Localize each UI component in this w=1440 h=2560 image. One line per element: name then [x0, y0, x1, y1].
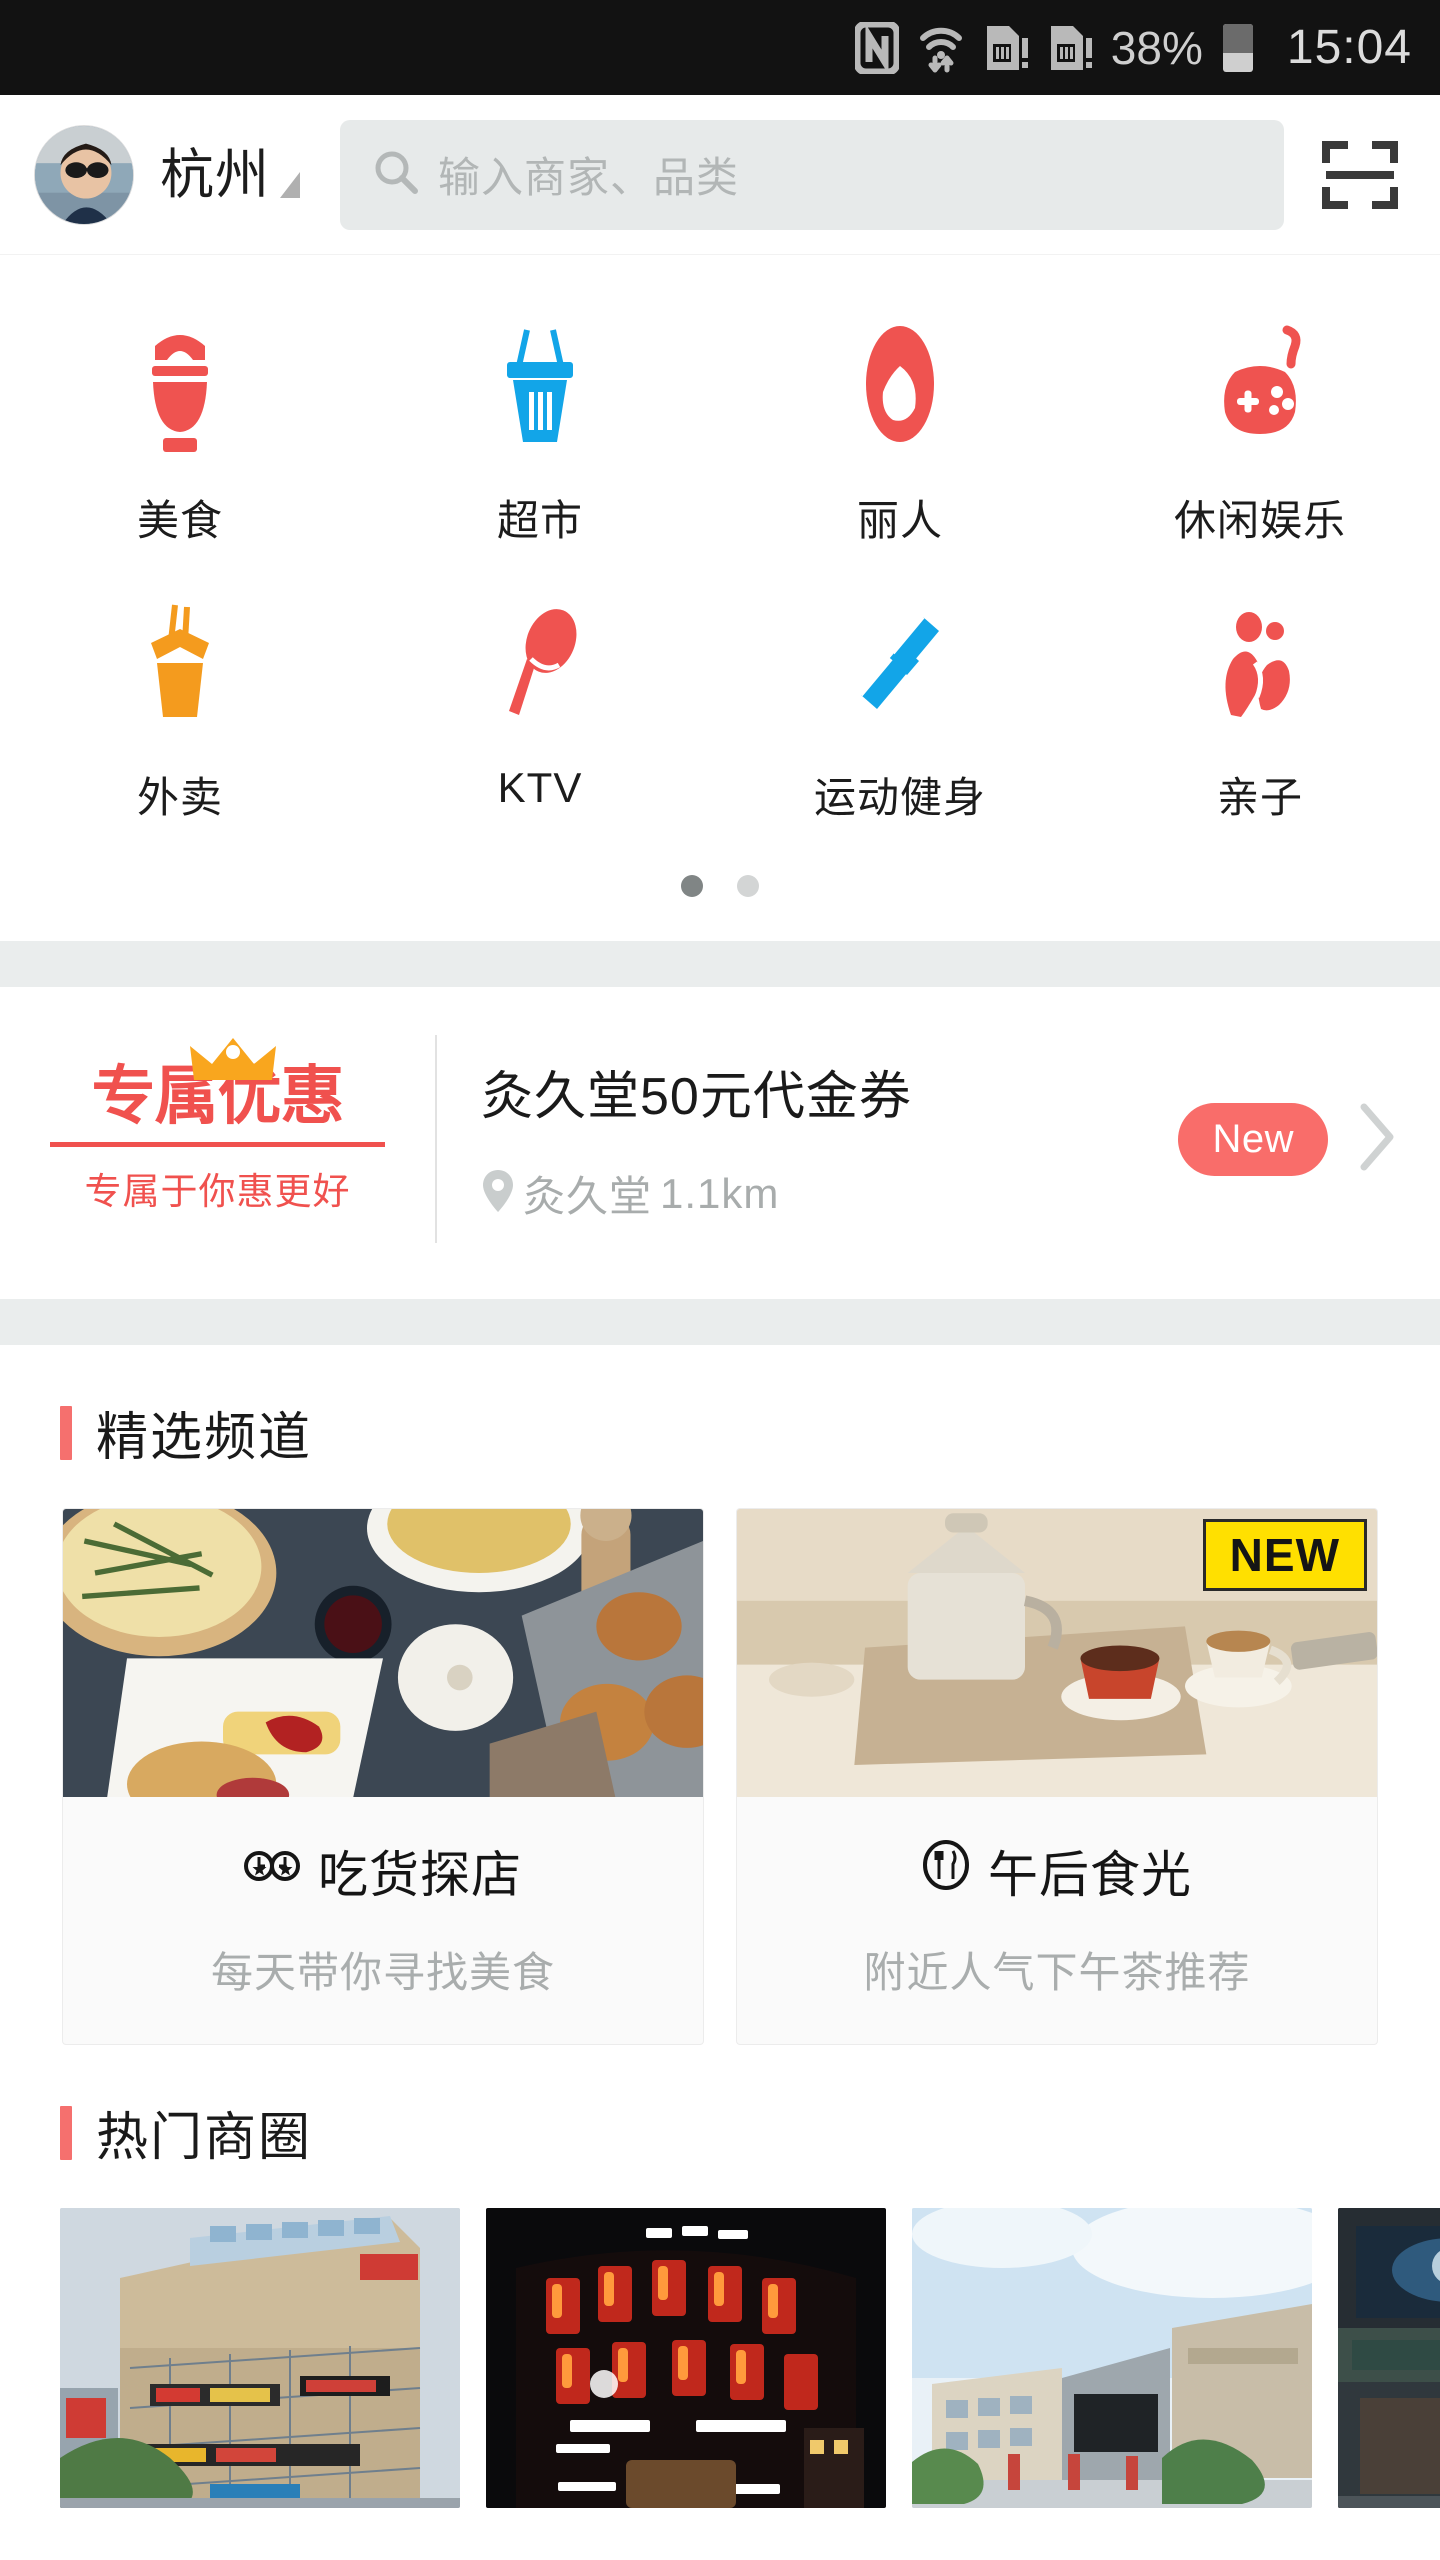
- category-label: 运动健身: [813, 774, 986, 821]
- battery-icon: [1222, 23, 1253, 72]
- category-label: 美食: [136, 497, 223, 544]
- promo-badge-rule: [50, 1142, 385, 1148]
- section-header-districts: 热门商圈: [0, 2045, 1440, 2208]
- shopping-basket-icon: [475, 311, 605, 461]
- card-body: 午后食光 附近人气下午茶推荐: [737, 1797, 1377, 2044]
- district-photo-strip[interactable]: [0, 2208, 1440, 2508]
- category-label: 丽人: [856, 497, 943, 544]
- city-selector[interactable]: 杭州: [160, 148, 300, 202]
- section-divider: [0, 941, 1440, 987]
- microphone-icon: [475, 588, 605, 738]
- category-label: 外卖: [136, 774, 223, 821]
- battery-percent: 38%: [1110, 21, 1203, 74]
- promo-content: 灸久堂50元代金券 灸久堂 1.1km: [481, 1054, 1178, 1224]
- card-subtitle: 每天带你寻找美食: [210, 1949, 555, 1996]
- featured-card[interactable]: 吃货探店 每天带你寻找美食: [62, 1508, 704, 2045]
- page-dot-2[interactable]: [737, 875, 759, 897]
- card-title: 吃货探店: [318, 1847, 522, 1903]
- new-badge: NEW: [1202, 1519, 1367, 1591]
- section-header-featured: 精选频道: [0, 1345, 1440, 1508]
- sim2-icon: [1047, 22, 1093, 74]
- promo-location: 灸久堂 1.1km: [481, 1163, 1178, 1224]
- category-label: 超市: [496, 497, 583, 544]
- card-body: 吃货探店 每天带你寻找美食: [63, 1797, 703, 2044]
- parent-child-icon: [1195, 588, 1325, 738]
- category-item-supermarket[interactable]: 超市: [360, 297, 720, 574]
- card-image-food-table: [63, 1509, 703, 1797]
- section-divider-2: [0, 1299, 1440, 1345]
- binoculars-icon: [244, 1842, 300, 1900]
- city-label: 杭州: [160, 144, 270, 205]
- app-header: 杭州 输入商家、品类: [0, 95, 1440, 255]
- district-card[interactable]: [486, 2208, 886, 2508]
- card-subtitle: 附近人气下午茶推荐: [863, 1949, 1251, 1996]
- category-item-fitness[interactable]: 运动健身: [720, 574, 1080, 851]
- district-card[interactable]: [1338, 2208, 1440, 2508]
- category-item-entertainment[interactable]: 休闲娱乐: [1080, 297, 1440, 574]
- category-item-beauty[interactable]: 丽人: [720, 297, 1080, 574]
- avatar[interactable]: [34, 124, 134, 225]
- featured-card-list: 吃货探店 每天带你寻找美食 NEW 午后食光 附近人气下午茶推荐: [0, 1508, 1440, 2045]
- nfc-icon: [854, 21, 899, 74]
- section-accent-bar: [60, 1405, 72, 1460]
- game-controller-icon: [1195, 311, 1325, 461]
- card-title-row: 吃货探店: [63, 1835, 703, 1907]
- scan-icon[interactable]: [1314, 129, 1406, 221]
- category-row-2: 外卖 KTV 运动健身 亲子: [0, 574, 1440, 851]
- beauty-face-icon: [835, 311, 965, 461]
- card-title: 午后食光: [988, 1847, 1192, 1903]
- crown-icon: [188, 1029, 278, 1096]
- promo-distance: 1.1km: [660, 1169, 780, 1217]
- category-item-food[interactable]: 美食: [0, 297, 360, 574]
- carousel-page-dots[interactable]: [0, 851, 1440, 941]
- promo-shop-name: 灸久堂: [523, 1173, 653, 1220]
- district-card[interactable]: [60, 2208, 460, 2508]
- section-title: 热门商圈: [96, 2109, 313, 2167]
- page-dot-1[interactable]: [681, 875, 703, 897]
- card-image-coffee-table: NEW: [737, 1509, 1377, 1797]
- status-badge: New: [1178, 1102, 1328, 1176]
- rice-bowl-icon: [115, 311, 245, 461]
- chevron-down-icon: [280, 171, 300, 198]
- promo-actions: New: [1178, 1099, 1400, 1180]
- promo-banner[interactable]: 专属优惠 专属于你惠更好 灸久堂50元代金券 灸久堂 1.1km New: [0, 987, 1440, 1299]
- promo-badge-subtitle: 专属于你惠更好: [84, 1171, 351, 1213]
- status-bar: 38% 15:04: [0, 0, 1440, 95]
- location-pin-icon: [481, 1168, 515, 1219]
- dumbbell-icon: [835, 588, 965, 738]
- category-item-ktv[interactable]: KTV: [360, 574, 720, 851]
- district-card[interactable]: [912, 2208, 1312, 2508]
- section-accent-bar: [60, 2105, 72, 2160]
- takeout-box-icon: [115, 588, 245, 738]
- sim1-icon: [983, 22, 1029, 74]
- search-input[interactable]: 输入商家、品类: [340, 119, 1284, 230]
- category-label: 亲子: [1216, 774, 1303, 821]
- promo-title: 灸久堂50元代金券: [481, 1068, 912, 1126]
- category-grid: 美食 超市 丽人 休闲娱乐 外卖 KTV 运动健身 亲子: [0, 255, 1440, 941]
- category-item-family[interactable]: 亲子: [1080, 574, 1440, 851]
- chevron-right-icon[interactable]: [1354, 1099, 1400, 1180]
- section-title: 精选频道: [96, 1409, 313, 1467]
- card-title-row: 午后食光: [737, 1835, 1377, 1907]
- category-item-takeout[interactable]: 外卖: [0, 574, 360, 851]
- search-icon: [372, 148, 420, 201]
- search-placeholder: 输入商家、品类: [438, 154, 740, 201]
- promo-vertical-divider: [435, 1035, 437, 1243]
- status-time: 15:04: [1286, 21, 1412, 74]
- wifi-icon: [917, 22, 965, 74]
- category-label: KTV: [497, 764, 583, 811]
- promo-badge: 专属优惠 专属于你惠更好: [40, 1037, 395, 1215]
- category-row-1: 美食 超市 丽人 休闲娱乐: [0, 297, 1440, 574]
- promo-badge-title: 专属优惠: [92, 1037, 345, 1130]
- fork-knife-circle-icon: [922, 1840, 970, 1902]
- category-label: 休闲娱乐: [1173, 497, 1346, 544]
- featured-card[interactable]: NEW 午后食光 附近人气下午茶推荐: [736, 1508, 1378, 2045]
